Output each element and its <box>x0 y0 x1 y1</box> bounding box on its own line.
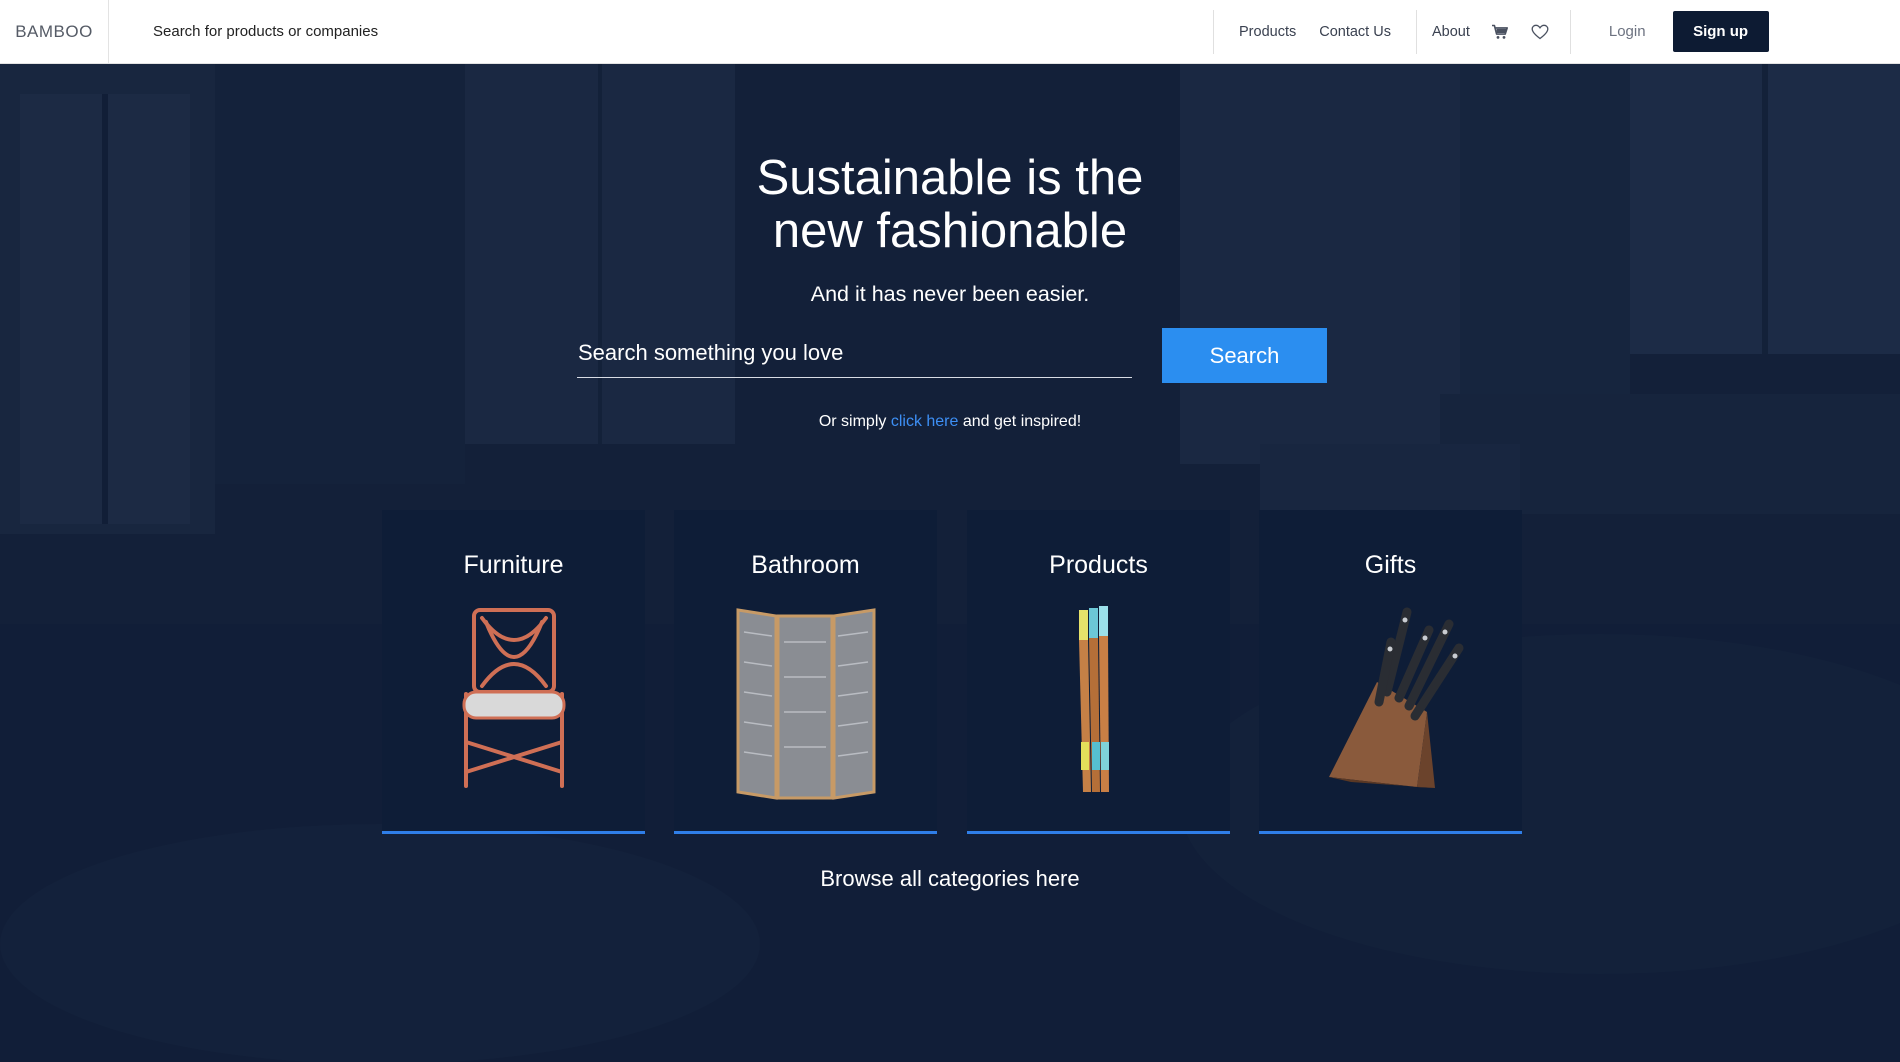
inspire-link[interactable]: click here <box>891 413 959 430</box>
knife-block-image <box>1329 607 1464 788</box>
category-title: Gifts <box>1364 551 1417 579</box>
category-card-bathroom[interactable]: Bathroom <box>674 510 937 834</box>
top-navbar: BAMBOO Products Contact Us About Login S… <box>0 0 1900 64</box>
hero-subtitle: And it has never been easier. <box>810 282 1090 306</box>
hero-section: Sustainable is the new fashionable And i… <box>0 64 1900 1062</box>
hero-content: Sustainable is the new fashionable And i… <box>0 64 1900 1062</box>
inspire-prefix: Or simply <box>818 413 887 430</box>
hero-title-text: Sustainable is the new fashionable <box>756 151 1144 258</box>
brand-logo[interactable]: BAMBOO <box>0 0 109 64</box>
nav-link-products[interactable]: Products <box>1239 24 1296 40</box>
category-title: Furniture <box>463 551 564 579</box>
folding-screen-image <box>736 608 876 800</box>
brand-name[interactable]: BAMBOO <box>15 22 93 42</box>
category-card-products[interactable]: Products <box>967 510 1230 834</box>
heart-icon[interactable] <box>1530 22 1550 42</box>
header-search-input[interactable] <box>153 11 1213 52</box>
browse-categories-link[interactable]: Browse all categories here <box>0 866 1900 892</box>
nav-divider <box>1569 9 1571 54</box>
category-title: Products <box>1049 551 1148 579</box>
category-title: Bathroom <box>751 551 860 579</box>
signup-button[interactable]: Sign up <box>1672 11 1769 52</box>
category-card-gifts[interactable]: Gifts <box>1259 510 1522 834</box>
nav-link-contact[interactable]: Contact Us <box>1319 24 1391 40</box>
inspire-suffix: and get inspired! <box>962 413 1082 430</box>
login-link[interactable]: Login <box>1609 23 1646 40</box>
search-button[interactable]: Search <box>1162 328 1327 383</box>
toothbrushes-image <box>1079 606 1109 792</box>
nav-link-about[interactable]: About <box>1432 24 1470 40</box>
cart-icon[interactable] <box>1490 22 1510 42</box>
nav-group-secondary: About <box>1417 22 1570 42</box>
hero-search-input[interactable] <box>577 328 1132 378</box>
hero-title: Sustainable is the new fashionable <box>0 152 1900 258</box>
nav-group-primary: Products Contact Us <box>1214 24 1416 40</box>
category-card-furniture[interactable]: Furniture <box>382 510 645 834</box>
chair-image <box>462 608 566 788</box>
inspire-text: Or simply click here and get inspired! <box>0 413 1900 431</box>
